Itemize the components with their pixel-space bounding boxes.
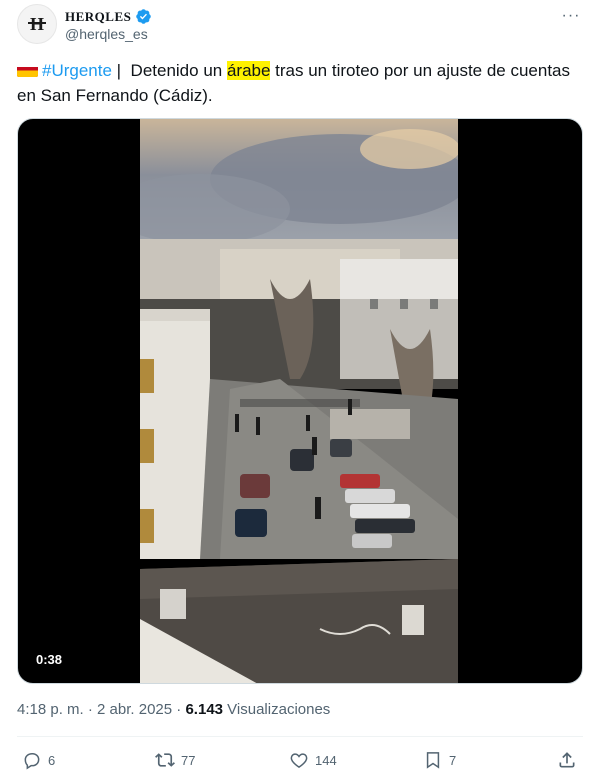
author-handle[interactable]: @herqles_es xyxy=(65,26,148,42)
share-icon xyxy=(559,752,575,768)
repost-button[interactable]: 77 xyxy=(155,746,195,774)
bookmark-button[interactable]: 7 xyxy=(423,746,456,774)
author-name-row: HERQLES xyxy=(65,8,152,25)
divider xyxy=(17,736,583,737)
meta-separator: · xyxy=(83,701,98,718)
repost-count: 77 xyxy=(181,752,196,768)
highlighted-word: árabe xyxy=(226,61,271,80)
herqles-logo-icon: H xyxy=(28,14,46,34)
spain-flag-icon xyxy=(17,63,38,77)
views-count: 6.143 xyxy=(185,701,224,718)
tweet-text-before: Detenido un xyxy=(121,61,227,80)
bookmark-count: 7 xyxy=(449,752,457,768)
bookmark-icon xyxy=(426,752,440,769)
tweet-text: #Urgente | Detenido un árabe tras un tir… xyxy=(17,58,583,108)
reply-count: 6 xyxy=(48,752,56,768)
tweet-date[interactable]: 2 abr. 2025 xyxy=(97,701,172,718)
video-thumbnail xyxy=(140,119,458,683)
more-options-icon[interactable]: ··· xyxy=(559,6,583,26)
tweet-time[interactable]: 4:18 p. m. xyxy=(17,701,84,718)
repost-icon xyxy=(155,753,175,767)
action-bar: 6 77 144 7 xyxy=(17,746,583,774)
author-display-name[interactable]: HERQLES xyxy=(65,9,131,25)
video-player[interactable]: 0:38 xyxy=(17,118,583,684)
like-button[interactable]: 144 xyxy=(289,746,337,774)
heart-icon xyxy=(290,753,308,768)
meta-separator: · xyxy=(172,701,186,718)
hashtag-link[interactable]: #Urgente xyxy=(42,61,112,80)
tweet-meta: 4:18 p. m. · 2 abr. 2025 · 6.143 Visuali… xyxy=(17,701,330,718)
avatar[interactable]: H xyxy=(17,4,57,44)
reply-icon xyxy=(24,753,40,770)
views-label: Visualizaciones xyxy=(223,701,331,718)
video-frame[interactable] xyxy=(140,119,458,683)
verified-badge-icon xyxy=(136,9,152,24)
reply-button[interactable]: 6 xyxy=(22,746,55,774)
tweet-header: H HERQLES @herqles_es ··· xyxy=(17,4,583,48)
tweet-separator: | xyxy=(116,61,122,80)
like-count: 144 xyxy=(315,752,337,768)
share-button[interactable] xyxy=(557,746,577,774)
video-duration: 0:38 xyxy=(30,650,69,669)
